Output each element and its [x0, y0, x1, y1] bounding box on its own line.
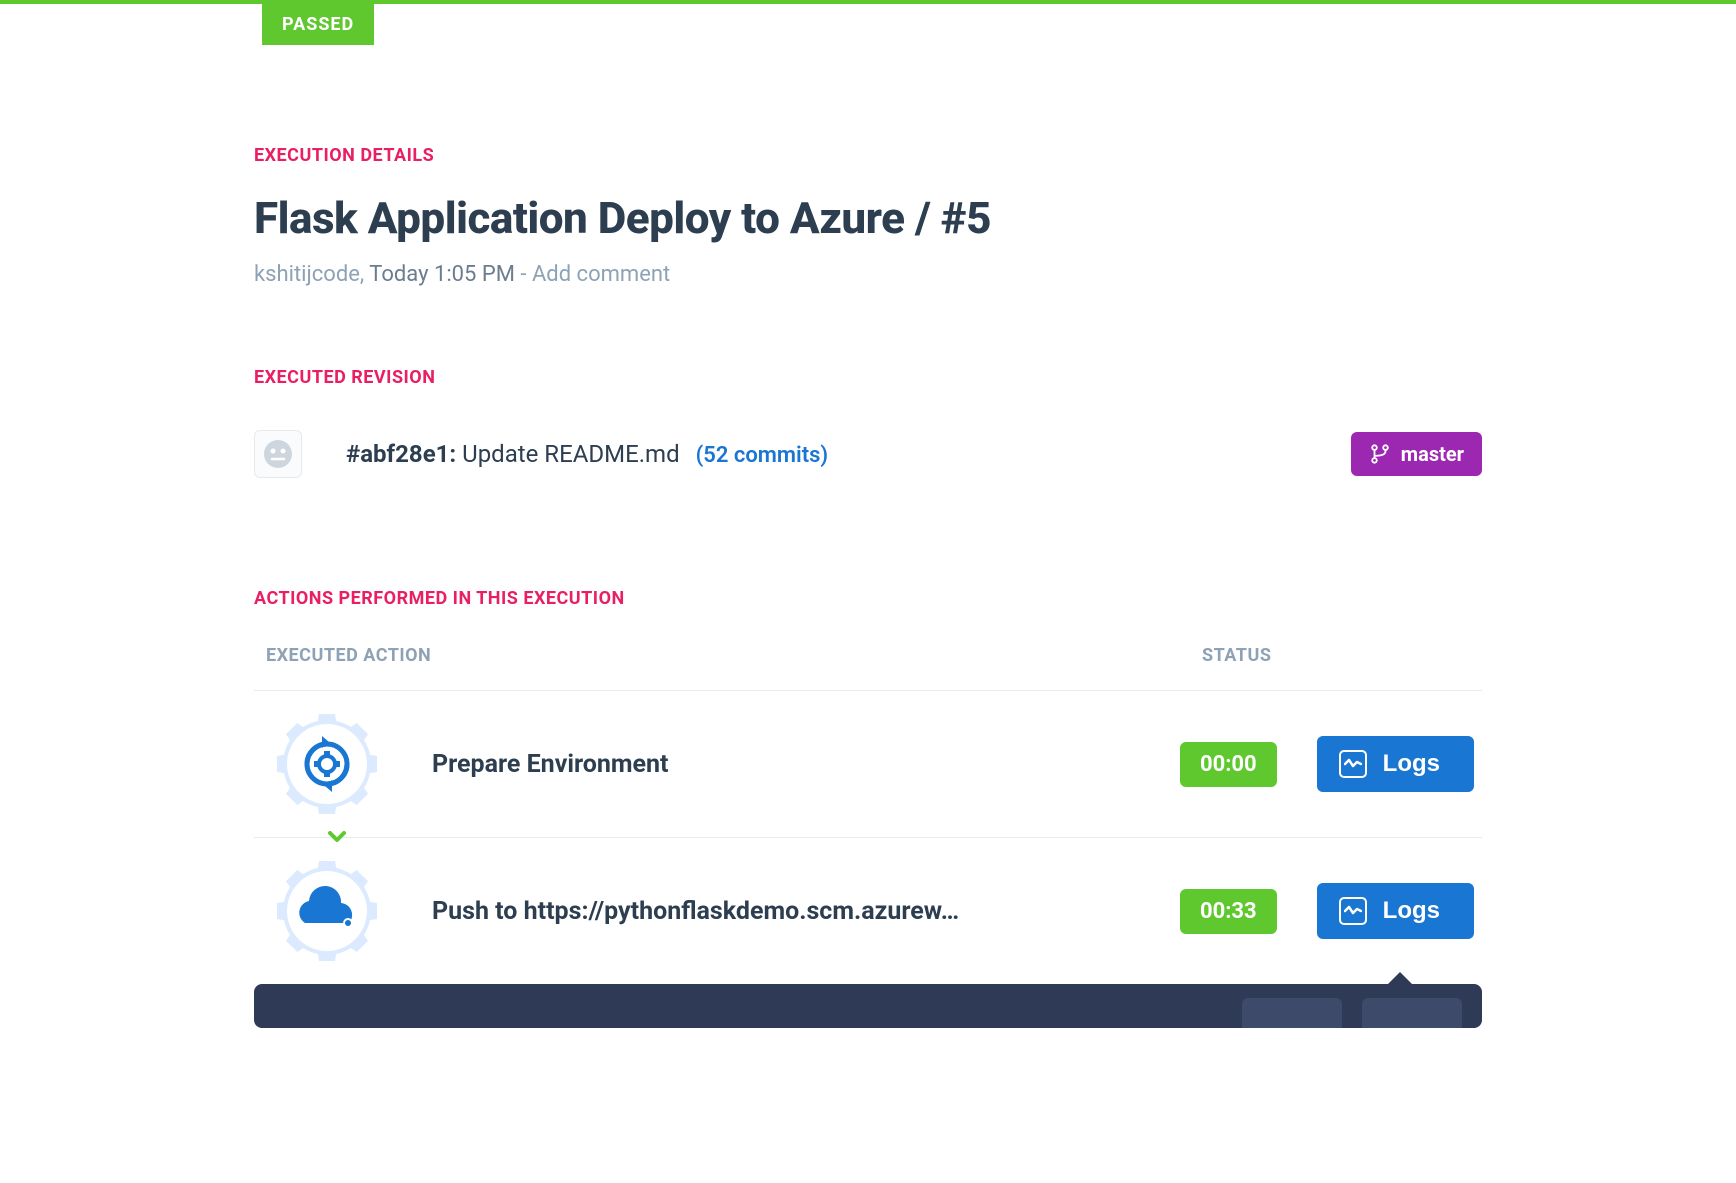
revision-left: #abf28e1: Update README.md (52 commits) [254, 430, 828, 478]
action-connector-icon [325, 824, 349, 852]
logs-icon [1339, 897, 1367, 925]
add-comment-link[interactable]: Add comment [532, 262, 670, 287]
status-badge: PASSED [262, 4, 374, 45]
revision-text-group: #abf28e1: Update README.md (52 commits) [346, 440, 828, 468]
duration-badge-push: 00:33 [1180, 889, 1277, 934]
panel-pointer [1386, 972, 1414, 986]
meta-separator: , [360, 262, 369, 287]
branch-name: master [1401, 442, 1464, 466]
column-header-action: EXECUTED ACTION [266, 645, 1202, 666]
revision-row: #abf28e1: Update README.md (52 commits) … [254, 430, 1482, 478]
action-name-push: Push to https://pythonflaskdemo.scm.azur… [432, 897, 1180, 926]
logs-button-push[interactable]: Logs [1317, 883, 1474, 939]
column-header-status: STATUS [1202, 645, 1482, 666]
avatar-placeholder-icon [263, 439, 293, 469]
action-row-prepare[interactable]: Prepare Environment 00:00 Logs [254, 691, 1482, 838]
avatar [254, 430, 302, 478]
branch-badge[interactable]: master [1351, 432, 1482, 476]
actions-table-header: EXECUTED ACTION STATUS [254, 645, 1482, 691]
action-row-push[interactable]: Push to https://pythonflaskdemo.scm.azur… [254, 838, 1482, 984]
meta-dash: - [515, 262, 532, 287]
action-name-prepare: Prepare Environment [432, 750, 1180, 779]
section-executed-revision-label: EXECUTED REVISION [254, 367, 1482, 388]
duration-badge-prepare: 00:00 [1180, 742, 1277, 787]
git-branch-icon [1369, 443, 1391, 465]
page-title: Flask Application Deploy to Azure / #5 [254, 192, 1482, 244]
commit-hash[interactable]: #abf28e1: [346, 440, 456, 468]
logs-icon [1339, 750, 1367, 778]
logs-label: Logs [1383, 750, 1440, 778]
gear-icon [272, 709, 382, 819]
azure-cloud-icon [272, 856, 382, 966]
section-execution-details-label: EXECUTION DETAILS [254, 145, 1482, 166]
commits-count-link[interactable]: (52 commits) [696, 443, 829, 468]
action-icon-prepare [272, 709, 382, 819]
panel-button-2[interactable] [1362, 998, 1462, 1028]
chevron-down-icon [325, 824, 349, 848]
section-actions-label: ACTIONS PERFORMED IN THIS EXECUTION [254, 588, 1482, 609]
panel-button-1[interactable] [1242, 998, 1342, 1028]
main-container: PASSED EXECUTION DETAILS Flask Applicati… [252, 4, 1484, 1028]
logs-label: Logs [1383, 897, 1440, 925]
execution-meta: kshitijcode, Today 1:05 PM - Add comment [254, 262, 1482, 287]
action-icon-push [272, 856, 382, 966]
logs-panel [254, 984, 1482, 1028]
execution-timestamp: Today 1:05 PM [369, 262, 515, 287]
logs-button-prepare[interactable]: Logs [1317, 736, 1474, 792]
commit-message: Update README.md [456, 440, 679, 468]
author-name[interactable]: kshitijcode [254, 262, 360, 287]
